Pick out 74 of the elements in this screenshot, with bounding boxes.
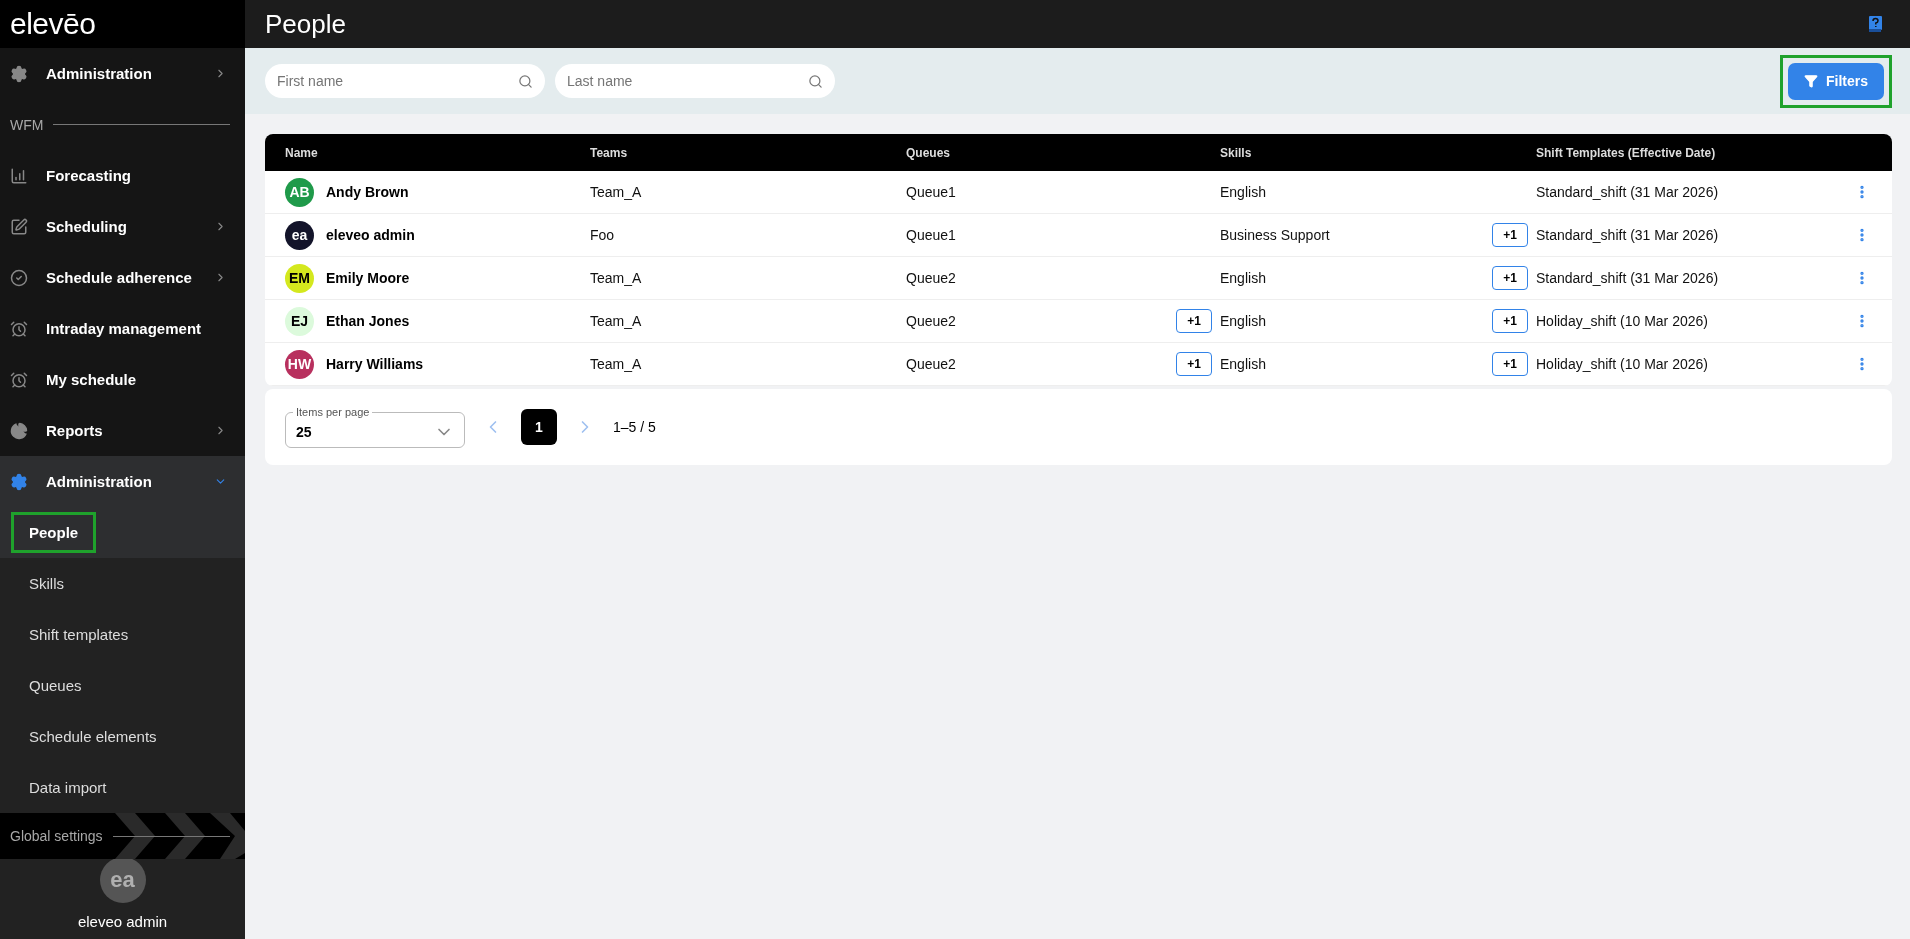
help-book-icon[interactable] (1868, 16, 1882, 32)
check-circle-icon (10, 268, 28, 287)
page-button[interactable]: 1 (521, 409, 557, 445)
pie-chart-icon (10, 421, 28, 440)
skill-cell: English (1220, 313, 1266, 329)
page-range: 1–5 / 5 (613, 419, 656, 435)
shift-template-cell: Standard_shift (31 Mar 2026) (1536, 270, 1719, 286)
person-name[interactable]: Harry Williams (326, 356, 424, 372)
skill-cell: Business Support (1220, 227, 1330, 243)
column-header: Skills (1220, 145, 1253, 160)
alarm-clock-icon (10, 319, 28, 338)
skill-cell: English (1220, 356, 1266, 372)
nav-item[interactable]: Intraday management (0, 303, 245, 354)
more-count[interactable]: +1 (1492, 223, 1528, 247)
gear-icon (10, 472, 28, 491)
bar-chart-icon (10, 166, 28, 185)
nav-subitem[interactable]: People (11, 512, 97, 553)
queue-cell: Queue2 (906, 270, 956, 286)
shift-template-cell: Standard_shift (31 Mar 2026) (1536, 184, 1719, 200)
section-label: WFM (10, 116, 44, 133)
skill-cell: English (1220, 184, 1266, 200)
user-name: eleveo admin (77, 912, 168, 930)
team-cell: Team_A (590, 313, 642, 329)
column-header: Teams (590, 145, 629, 160)
search-icon (808, 74, 823, 89)
nav-item[interactable]: Forecasting (0, 150, 245, 201)
filters-button[interactable]: Filters (1788, 62, 1884, 100)
nav-item[interactable]: My schedule (0, 354, 245, 405)
nav-item[interactable]: Scheduling (0, 201, 245, 252)
person-name[interactable]: Emily Moore (326, 270, 410, 286)
queue-cell: Queue1 (906, 227, 956, 243)
skill-cell: English (1220, 270, 1266, 286)
field-label: Items per page (295, 406, 371, 418)
initials-avatar: EM (285, 263, 314, 293)
queue-cell: Queue1 (906, 184, 956, 200)
items-per-page-select[interactable]: Items per page 25 (285, 406, 465, 448)
nav-item[interactable]: Administration (0, 456, 245, 507)
team-cell: Foo (590, 227, 615, 243)
column-header: Name (285, 145, 319, 160)
shift-template-cell: Holiday_shift (10 Mar 2026) (1536, 356, 1708, 372)
more-count[interactable]: +1 (1176, 352, 1212, 376)
section-label: Global settings (10, 828, 103, 844)
logo: elevēo (10, 7, 96, 41)
initials-avatar: AB (285, 177, 314, 207)
person-name[interactable]: Andy Brown (326, 184, 409, 200)
team-cell: Team_A (590, 184, 642, 200)
first-name-search-field[interactable]: First name (265, 64, 545, 98)
more-count[interactable]: +1 (1492, 309, 1528, 333)
nav-item[interactable]: Schedule adherence (0, 252, 245, 303)
person-name[interactable]: Ethan Jones (326, 313, 410, 329)
initials-avatar: HW (285, 349, 314, 379)
edit-icon (10, 217, 28, 236)
queue-cell: Queue2 (906, 356, 956, 372)
initials-avatar: ea (285, 220, 314, 250)
more-count[interactable]: +1 (1176, 309, 1212, 333)
nav-item[interactable]: Administration (0, 48, 245, 99)
column-header: Shift Templates (Effective Date) (1536, 145, 1717, 160)
initials-avatar: EJ (285, 306, 314, 336)
nav-item[interactable]: Reports (0, 405, 245, 456)
alarm-clock-icon (10, 370, 28, 389)
shift-template-cell: Standard_shift (31 Mar 2026) (1536, 227, 1719, 243)
queue-cell: Queue2 (906, 313, 956, 329)
gear-icon (10, 64, 28, 83)
search-icon (518, 74, 533, 89)
more-count[interactable]: +1 (1492, 266, 1528, 290)
last-name-search-field[interactable]: Last name (555, 64, 835, 98)
filter-icon (1804, 74, 1818, 88)
person-name[interactable]: eleveo admin (326, 227, 415, 243)
column-header: Queues (906, 145, 951, 160)
team-cell: Team_A (590, 270, 642, 286)
page-title: People (265, 8, 346, 40)
shift-template-cell: Holiday_shift (10 Mar 2026) (1536, 313, 1708, 329)
team-cell: Team_A (590, 356, 642, 372)
more-count[interactable]: +1 (1492, 352, 1528, 376)
